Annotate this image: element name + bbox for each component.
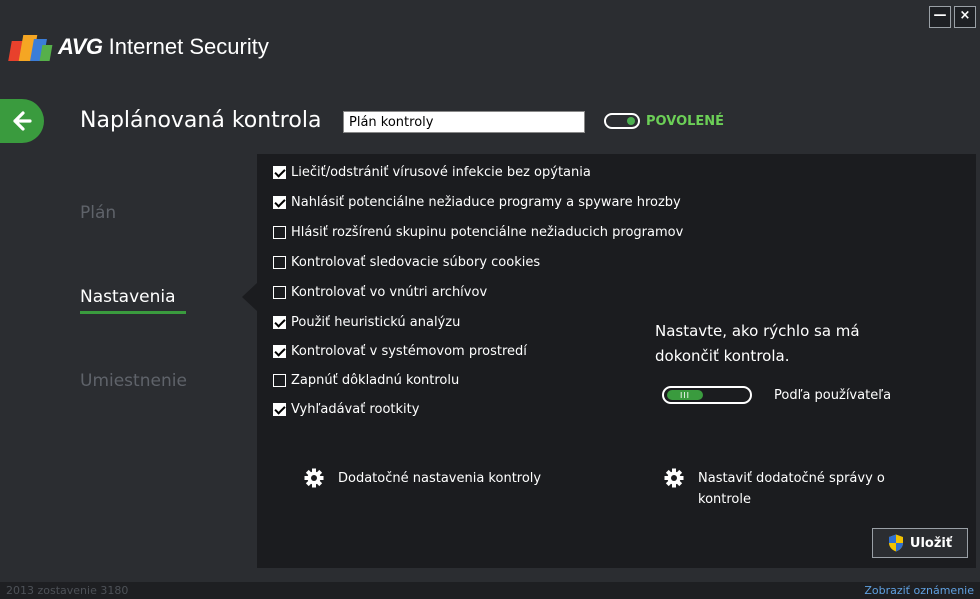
additional-reports-link[interactable]: Nastaviť dodatočné správy o kontrole (664, 468, 885, 510)
scan-name-input[interactable] (343, 111, 585, 133)
option-label: Liečiť/odstrániť vírusové infekcie bez o… (291, 165, 591, 180)
arrow-left-icon (13, 111, 32, 131)
additional-scan-settings-label: Dodatočné nastavenia kontroly (338, 471, 542, 486)
checkbox[interactable] (273, 345, 286, 358)
additional-scan-settings-link[interactable]: Dodatočné nastavenia kontroly (304, 468, 541, 489)
settings-panel: Liečiť/odstrániť vírusové infekcie bez o… (257, 154, 976, 568)
option-thorough-scan[interactable]: Zapnúť dôkladnú kontrolu (273, 373, 459, 388)
option-label: Použiť heuristickú analýzu (291, 315, 461, 330)
enabled-status-label: POVOLENÉ (646, 113, 725, 129)
additional-reports-label: Nastaviť dodatočné správy o kontrole (698, 468, 885, 510)
option-rootkits[interactable]: Vyhľadávať rootkity (273, 402, 419, 417)
option-report-extended-pup[interactable]: Hlásiť rozšírenú skupinu potenciálne než… (273, 225, 683, 240)
scan-speed-value: Podľa používateľa (774, 387, 892, 403)
checkbox[interactable] (273, 374, 286, 387)
option-system-environment[interactable]: Kontrolovať v systémovom prostredí (273, 344, 527, 359)
active-tab-pointer (242, 283, 257, 311)
slider-grip: III (679, 390, 691, 400)
gear-icon (664, 468, 684, 488)
save-button-label: Uložiť (909, 535, 953, 551)
page-title: Naplánovaná kontrola (80, 108, 322, 133)
option-label: Kontrolovať vo vnútri archívov (291, 285, 488, 300)
checkbox[interactable] (273, 226, 286, 239)
active-tab-indicator (80, 311, 186, 314)
sidebar-item-location[interactable]: Umiestnenie (80, 371, 187, 391)
speed-text-line1: Nastavte, ako rýchlo sa má (655, 322, 860, 340)
checkbox[interactable] (273, 196, 286, 209)
checkbox[interactable] (273, 403, 286, 416)
gear-icon (304, 468, 324, 488)
window-controls: — × (929, 6, 976, 28)
app-title: AVG Internet Security (58, 34, 269, 60)
scan-speed-control: III Podľa používateľa (662, 386, 891, 404)
status-bar: 2013 zostavenie 3180 Zobraziť oznámenie (0, 582, 980, 599)
app-logo: AVG Internet Security (8, 33, 269, 61)
checkbox[interactable] (273, 316, 286, 329)
toggle-switch-icon (604, 113, 640, 129)
checkbox[interactable] (273, 166, 286, 179)
scan-speed-description: Nastavte, ako rýchlo sa má dokončiť kont… (655, 319, 915, 369)
option-label: Vyhľadávať rootkity (291, 402, 420, 417)
option-label: Hlásiť rozšírenú skupinu potenciálne než… (291, 225, 684, 240)
checkbox[interactable] (273, 286, 286, 299)
option-label: Nahlásiť potenciálne nežiaduce programy … (291, 195, 681, 210)
option-report-pup[interactable]: Nahlásiť potenciálne nežiaduce programy … (273, 195, 681, 210)
avg-logo-icon (8, 33, 54, 61)
version-label: 2013 zostavenie 3180 (6, 584, 129, 597)
option-heuristics[interactable]: Použiť heuristickú analýzu (273, 315, 460, 330)
show-notifications-link[interactable]: Zobraziť oznámenie (864, 582, 974, 599)
option-heal-without-asking[interactable]: Liečiť/odstrániť vírusové infekcie bez o… (273, 165, 591, 180)
minimize-button[interactable]: — (929, 6, 951, 28)
sidebar-item-settings[interactable]: Nastavenia (80, 287, 176, 307)
slider-fill: III (667, 390, 703, 400)
shield-icon (888, 534, 903, 552)
enabled-toggle[interactable]: POVOLENÉ (604, 113, 724, 129)
scan-speed-slider[interactable]: III (662, 386, 752, 404)
app-brand: AVG (58, 34, 103, 59)
option-scan-archives[interactable]: Kontrolovať vo vnútri archívov (273, 285, 487, 300)
close-button[interactable]: × (954, 6, 976, 28)
back-button[interactable] (0, 99, 44, 143)
sidebar-item-plan[interactable]: Plán (80, 203, 116, 223)
option-label: Kontrolovať sledovacie súbory cookies (291, 255, 541, 270)
option-label: Zapnúť dôkladnú kontrolu (291, 373, 460, 388)
checkbox[interactable] (273, 256, 286, 269)
option-scan-cookies[interactable]: Kontrolovať sledovacie súbory cookies (273, 255, 540, 270)
save-button[interactable]: Uložiť (872, 528, 968, 558)
option-label: Kontrolovať v systémovom prostredí (291, 344, 527, 359)
reports-label-line2: kontrole (698, 492, 751, 507)
speed-text-line2: dokončiť kontrola. (655, 347, 790, 365)
app-product: Internet Security (102, 34, 269, 59)
reports-label-line1: Nastaviť dodatočné správy o (698, 471, 885, 486)
